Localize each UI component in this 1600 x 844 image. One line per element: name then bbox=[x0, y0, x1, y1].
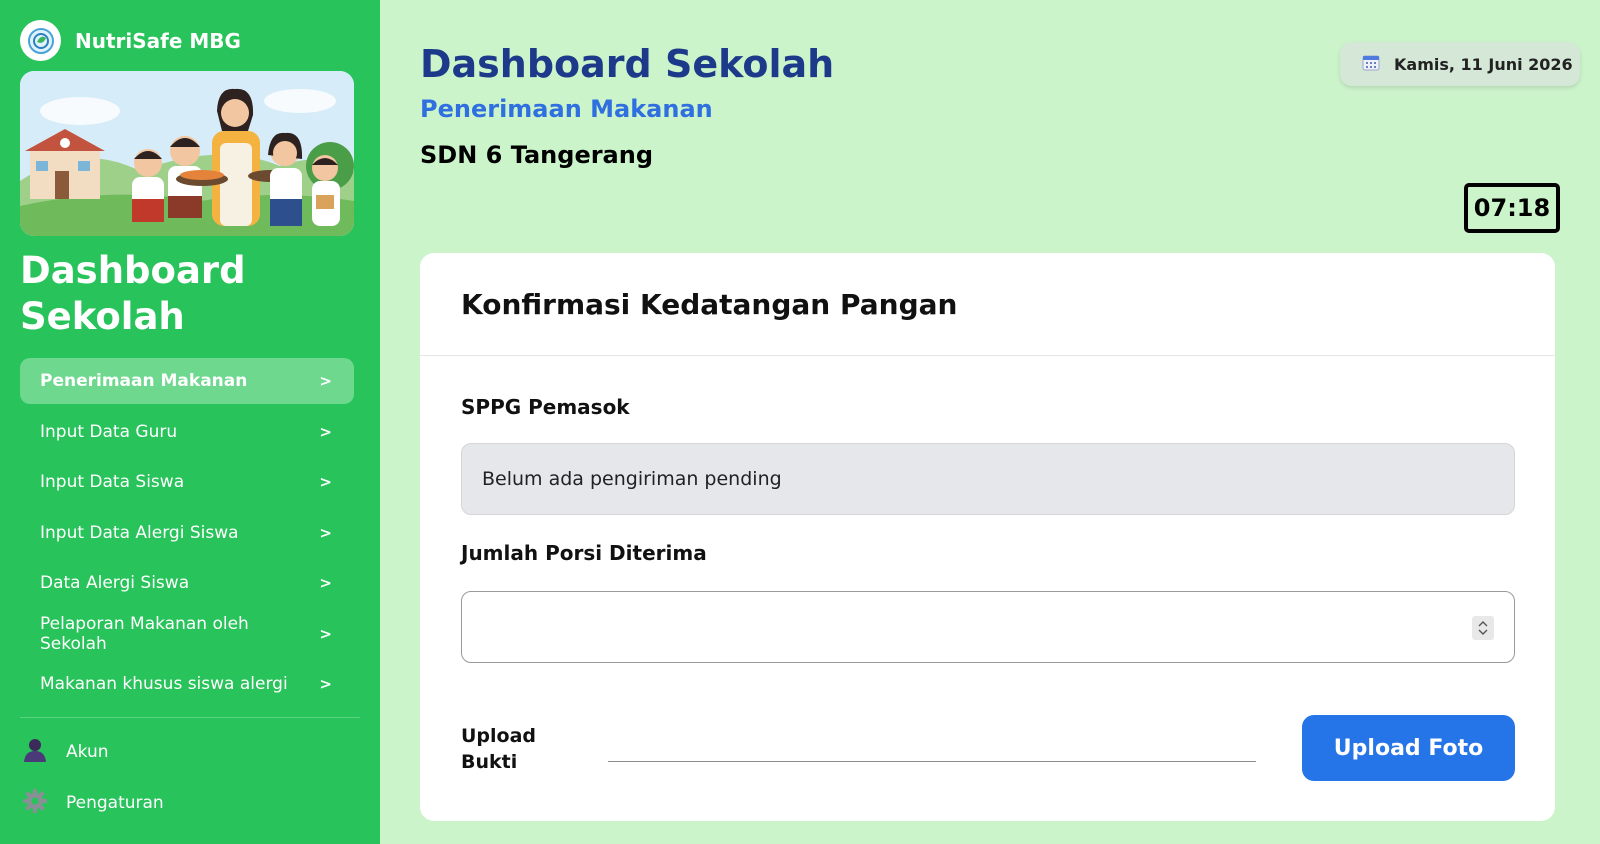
hero-illustration bbox=[20, 71, 354, 236]
sidebar-item-input-data-guru[interactable]: Input Data Guru > bbox=[20, 409, 354, 455]
date-display: Kamis, 11 Juni 2026 bbox=[1340, 42, 1580, 86]
date-text: Kamis, 11 Juni 2026 bbox=[1394, 54, 1573, 74]
chevron-right-icon: > bbox=[319, 422, 332, 441]
chevron-right-icon: > bbox=[319, 523, 332, 542]
user-icon bbox=[22, 737, 48, 768]
upload-file-field[interactable] bbox=[608, 761, 1256, 762]
sidebar-item-label: Input Data Siswa bbox=[40, 472, 185, 492]
chevron-right-icon: > bbox=[319, 624, 332, 643]
sidebar-item-label: Pengaturan bbox=[66, 793, 164, 813]
page-subtitle: Penerimaan Makanan bbox=[420, 95, 713, 123]
supplier-select-value: Belum ada pengiriman pending bbox=[482, 468, 782, 490]
sidebar-menu: Penerimaan Makanan > Input Data Guru > I… bbox=[20, 358, 354, 712]
shield-leaf-icon bbox=[20, 20, 61, 61]
chevron-right-icon: > bbox=[319, 574, 332, 592]
sidebar-item-input-data-siswa[interactable]: Input Data Siswa > bbox=[20, 459, 354, 505]
sidebar-item-label: Input Data Guru bbox=[40, 421, 178, 442]
portion-input[interactable] bbox=[461, 591, 1515, 663]
upload-label: Upload Bukti bbox=[461, 725, 537, 773]
sidebar-item-label: Pelaporan Makanan oleh Sekolah bbox=[40, 613, 249, 654]
sidebar-divider bbox=[20, 717, 360, 718]
page-title: Dashboard Sekolah bbox=[420, 42, 835, 86]
portion-label: Jumlah Porsi Diterima bbox=[461, 541, 707, 565]
upload-photo-button[interactable]: Upload Foto bbox=[1302, 715, 1515, 781]
sidebar-title: Dashboard Sekolah bbox=[20, 248, 350, 340]
sidebar-item-akun[interactable]: Akun bbox=[22, 735, 109, 769]
clock: 07:18 bbox=[1464, 183, 1560, 233]
school-name: SDN 6 Tangerang bbox=[420, 141, 654, 169]
chevron-right-icon: > bbox=[319, 473, 332, 491]
sidebar-item-makanan-khusus[interactable]: Makanan khusus siswa alergi > bbox=[20, 661, 354, 707]
quantity-stepper[interactable] bbox=[1472, 616, 1494, 640]
sidebar-item-label: Akun bbox=[66, 742, 109, 762]
supplier-select[interactable]: Belum ada pengiriman pending bbox=[461, 443, 1515, 515]
calendar-icon bbox=[1362, 53, 1380, 75]
sidebar-title-line2: Sekolah bbox=[20, 295, 185, 338]
sidebar-item-input-data-alergi-siswa[interactable]: Input Data Alergi Siswa > bbox=[20, 510, 354, 556]
confirmation-card: Konfirmasi Kedatangan Pangan SPPG Pemaso… bbox=[420, 253, 1555, 821]
sidebar-item-label: Input Data Alergi Siswa bbox=[40, 522, 239, 543]
sidebar-item-penerimaan-makanan[interactable]: Penerimaan Makanan > bbox=[20, 358, 354, 404]
sidebar-item-label: Makanan khusus siswa alergi bbox=[40, 674, 288, 694]
supplier-label: SPPG Pemasok bbox=[461, 395, 630, 419]
sidebar-item-pengaturan[interactable]: Pengaturan bbox=[22, 786, 164, 820]
brand-name: NutriSafe MBG bbox=[75, 28, 241, 53]
sidebar-title-line1: Dashboard bbox=[20, 249, 246, 292]
card-header: Konfirmasi Kedatangan Pangan bbox=[420, 253, 1555, 356]
brand[interactable]: NutriSafe MBG bbox=[20, 20, 241, 61]
sidebar-item-data-alergi-siswa[interactable]: Data Alergi Siswa > bbox=[20, 560, 354, 606]
sidebar-item-pelaporan-makanan[interactable]: Pelaporan Makanan oleh Sekolah > bbox=[20, 611, 354, 657]
chevron-right-icon: > bbox=[319, 675, 332, 693]
stepper-arrows-icon bbox=[1478, 621, 1488, 635]
sidebar-item-label: Penerimaan Makanan bbox=[40, 371, 248, 391]
card-title: Konfirmasi Kedatangan Pangan bbox=[461, 287, 958, 321]
sidebar-item-label: Data Alergi Siswa bbox=[40, 573, 190, 593]
gear-icon bbox=[22, 788, 48, 819]
sidebar: NutriSafe MBG Dashboard Sekolah Penerima… bbox=[0, 0, 380, 844]
chevron-right-icon: > bbox=[319, 372, 332, 390]
